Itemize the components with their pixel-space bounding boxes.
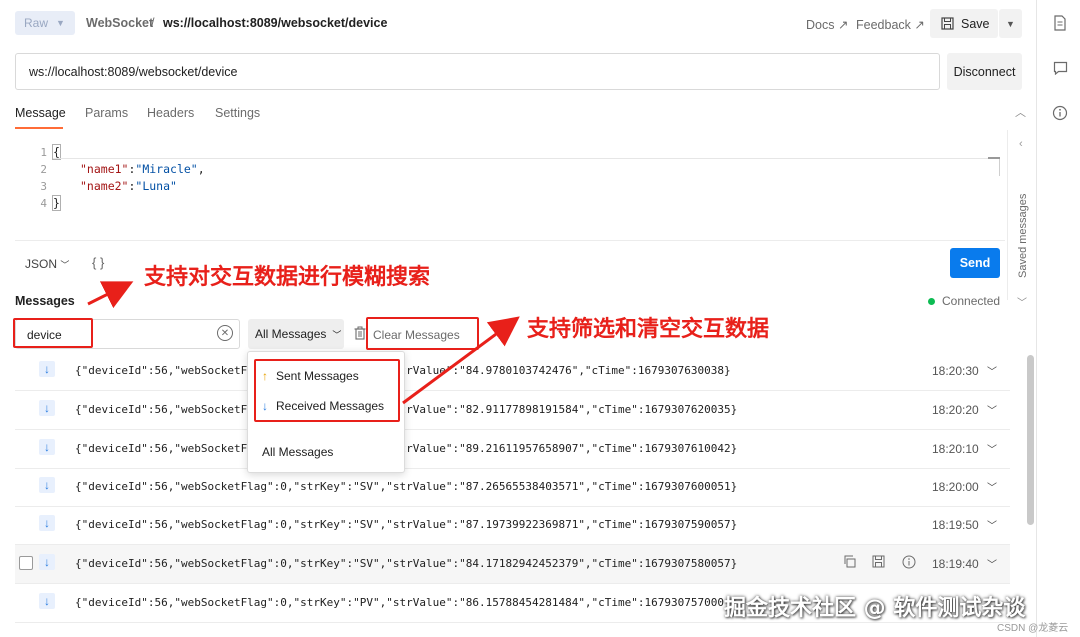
search-annotation-arrow — [87, 281, 134, 309]
watermark: 掘金技术社区 @ 软件测试杂谈 — [724, 596, 1026, 621]
search-annotation: 支持对交互数据进行模糊搜索 — [144, 265, 431, 290]
csdn-watermark: CSDN @龙菱云 — [997, 623, 1069, 634]
filter-annotation: 支持筛选和清空交互数据 — [527, 317, 770, 342]
filter-annotation-arrow — [402, 316, 520, 405]
